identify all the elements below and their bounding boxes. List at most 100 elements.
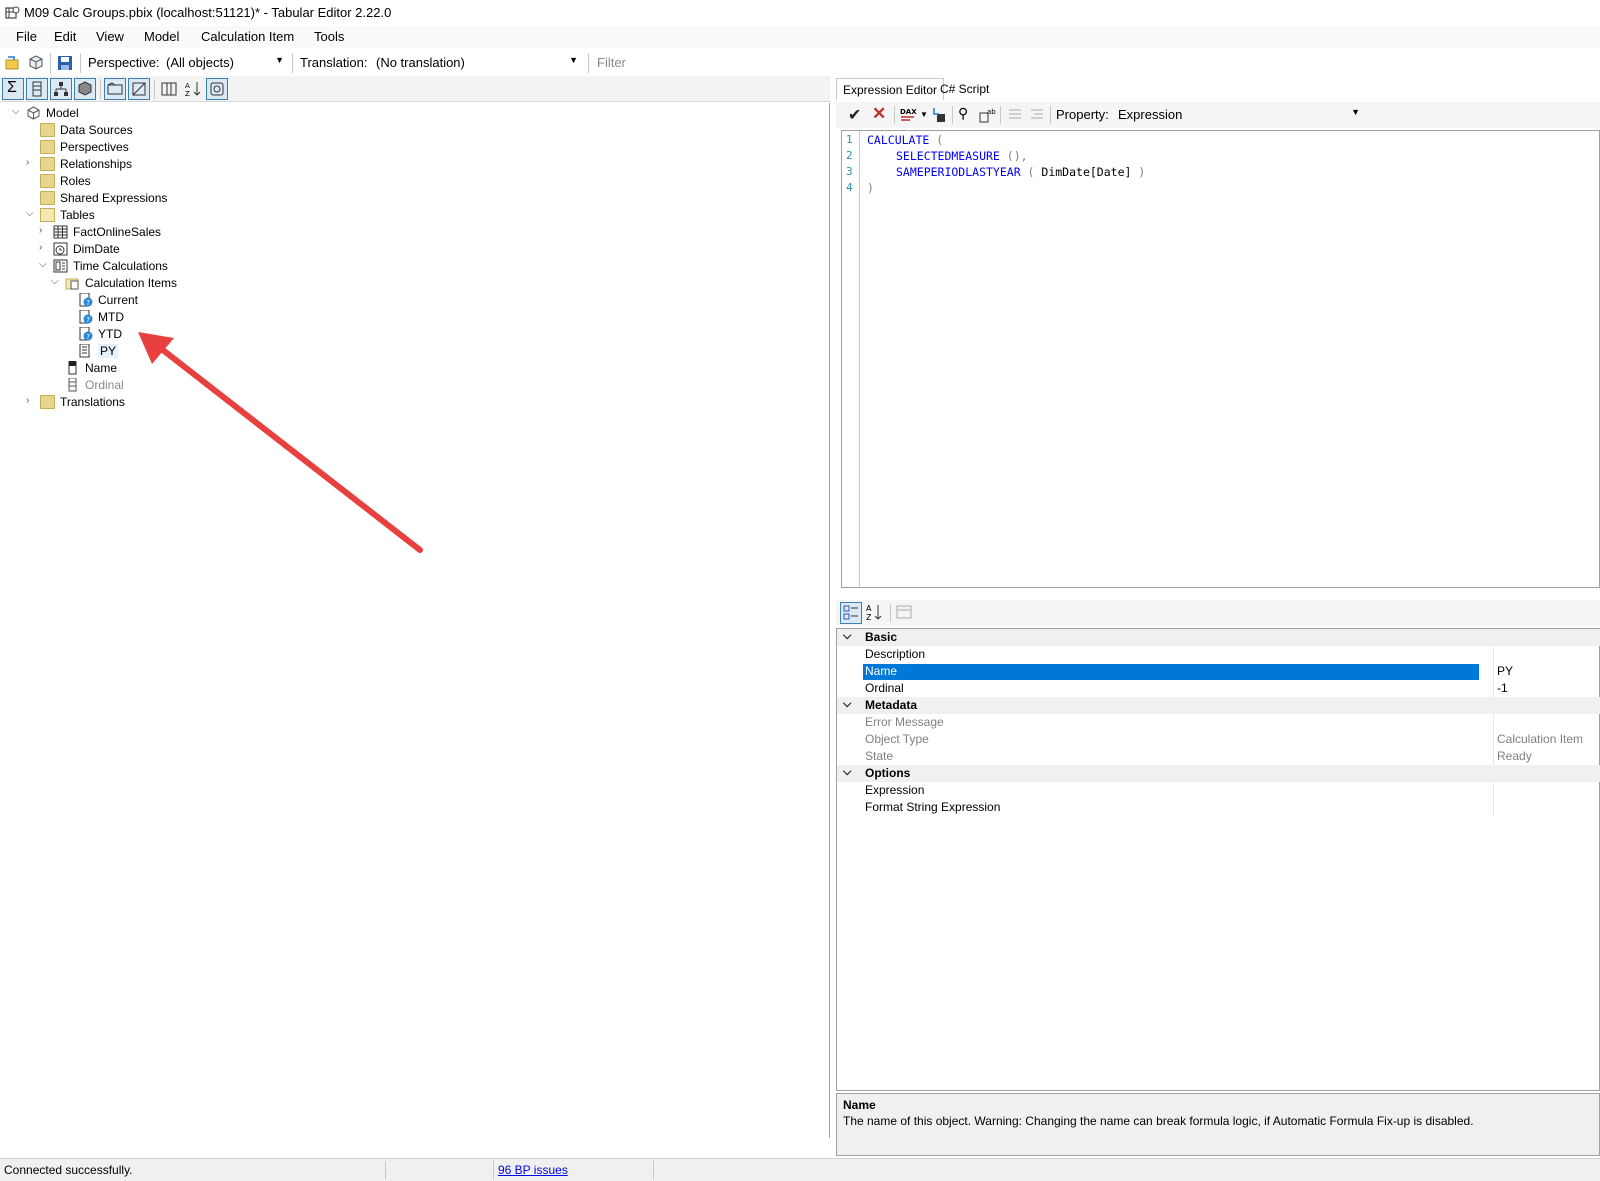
dax-punctuation: ( <box>929 133 944 147</box>
menu-edit[interactable]: Edit <box>48 29 82 44</box>
property-value[interactable]: PY <box>1497 664 1513 678</box>
property-row-format-string-expression[interactable]: Format String Expression <box>837 799 1600 816</box>
property-value: Ready <box>1497 749 1532 763</box>
translation-dropdown[interactable]: (No translation) ▼ <box>372 53 582 73</box>
tree-label: DimDate <box>73 242 120 256</box>
tab-expression-editor[interactable]: Expression Editor <box>836 78 945 100</box>
property-row-error-message[interactable]: Error Message <box>837 714 1600 731</box>
tree-label: Data Sources <box>60 123 133 137</box>
dax-punctuation: ) <box>1131 165 1146 179</box>
svg-text:?: ? <box>86 299 90 307</box>
tree-label: Name <box>85 361 118 375</box>
property-description-panel: Name The name of this object. Warning: C… <box>836 1093 1600 1156</box>
tree-node-shared-expressions[interactable]: Shared Expressions <box>26 190 226 207</box>
deploy-icon[interactable] <box>930 106 948 124</box>
connect-icon[interactable] <box>27 54 45 72</box>
categorized-toggle[interactable] <box>840 602 862 624</box>
tree-node-model[interactable]: ⌵ Model <box>12 105 212 122</box>
category-label: Basic <box>865 630 898 644</box>
tree-node-calculation-items[interactable]: ⌵ Calculation Items <box>51 275 271 292</box>
show-hierarchies-toggle[interactable] <box>50 78 72 100</box>
cancel-icon[interactable]: ✕ <box>872 104 886 124</box>
show-hidden-toggle[interactable] <box>128 78 150 100</box>
sort-toggle[interactable]: AZ <box>182 78 204 100</box>
tree-node-roles[interactable]: Roles <box>26 173 226 190</box>
property-row-description[interactable]: Description <box>837 646 1600 663</box>
tree-node-item-current[interactable]: ? Current <box>64 292 264 309</box>
tree-node-factonlinesales[interactable]: › FactOnlineSales <box>39 224 239 241</box>
sigma-icon: Σ <box>7 79 17 96</box>
menu-view[interactable]: View <box>90 29 130 44</box>
bp-issues-link[interactable]: 96 BP issues <box>498 1163 568 1177</box>
perspective-dropdown[interactable]: (All objects) ▼ <box>162 53 288 73</box>
show-metadata-toggle[interactable] <box>206 78 228 100</box>
chevron-down-icon[interactable]: ⌵ <box>843 698 851 711</box>
dax-format-icon[interactable]: DAX <box>900 106 918 124</box>
tree-node-time-calculations[interactable]: ⌵ Time Calculations <box>39 258 239 275</box>
chevron-down-icon[interactable]: ⌵ <box>843 630 851 643</box>
open-icon[interactable] <box>4 54 22 72</box>
property-row-state[interactable]: State Ready <box>837 748 1600 765</box>
category-options[interactable]: ⌵ Options <box>837 765 1600 782</box>
menu-tools[interactable]: Tools <box>308 29 350 44</box>
property-row-ordinal[interactable]: Ordinal -1 <box>837 680 1600 697</box>
show-columns-toggle[interactable] <box>26 78 48 100</box>
perspective-label: Perspective: <box>88 55 160 70</box>
chevron-right-icon[interactable]: › <box>26 157 38 168</box>
status-message: Connected successfully. <box>0 1161 386 1179</box>
property-row-name[interactable]: Name PY <box>837 663 1600 680</box>
show-display-folders-toggle[interactable] <box>104 78 126 100</box>
show-partitions-toggle[interactable] <box>74 78 96 100</box>
tree-label: Translations <box>60 395 125 409</box>
uncomment-icon[interactable] <box>1028 106 1046 124</box>
chevron-down-icon[interactable]: ⌵ <box>51 276 63 287</box>
tab-csharp-script[interactable]: C# Script <box>934 78 995 100</box>
chevron-right-icon[interactable]: › <box>26 395 38 406</box>
property-row-object-type[interactable]: Object Type Calculation Item <box>837 731 1600 748</box>
show-measures-toggle[interactable]: Σ <box>2 78 24 100</box>
tree-node-tables[interactable]: ⌵ Tables <box>26 207 226 224</box>
tree-node-perspectives[interactable]: Perspectives <box>26 139 226 156</box>
expression-editor[interactable]: 1 2 3 4 CALCULATE ( SELECTEDMEASURE (), … <box>841 130 1600 588</box>
category-metadata[interactable]: ⌵ Metadata <box>837 697 1600 714</box>
find-icon[interactable]: ⚲ <box>958 105 968 122</box>
chevron-right-icon[interactable]: › <box>39 225 51 236</box>
tree-label: Perspectives <box>60 140 129 154</box>
tree-node-dimdate[interactable]: › DimDate <box>39 241 239 258</box>
alphabetical-toggle[interactable]: AZ <box>864 602 886 624</box>
property-row-expression[interactable]: Expression <box>837 782 1600 799</box>
show-all-columns-toggle[interactable] <box>158 78 180 100</box>
menu-model[interactable]: Model <box>138 29 185 44</box>
replace-icon[interactable]: ab <box>978 106 996 124</box>
accept-icon[interactable]: ✔ <box>848 105 861 125</box>
code-line: SELECTEDMEASURE (), <box>896 149 1028 163</box>
chevron-down-icon[interactable]: ⌵ <box>12 106 24 117</box>
chevron-down-icon: ▼ <box>1351 107 1360 117</box>
chevron-down-icon[interactable]: ⌵ <box>39 259 51 270</box>
save-icon[interactable] <box>56 54 74 72</box>
menu-file[interactable]: File <box>10 29 43 44</box>
dax-keyword: SAMEPERIODLASTYEAR <box>896 165 1021 179</box>
tree-node-relationships[interactable]: › Relationships <box>26 156 226 173</box>
tree-node-data-sources[interactable]: Data Sources <box>26 122 226 139</box>
calculation-group-icon <box>53 259 68 273</box>
filter-input[interactable]: Filter <box>597 55 626 70</box>
description-text: The name of this object. Warning: Changi… <box>843 1114 1474 1128</box>
comment-icon[interactable] <box>1006 106 1024 124</box>
property-dropdown[interactable]: Expression ▼ <box>1114 105 1364 125</box>
menu-calculation-item[interactable]: Calculation Item <box>195 29 300 44</box>
category-basic[interactable]: ⌵ Basic <box>837 629 1600 646</box>
perspective-value: (All objects) <box>166 55 234 70</box>
tree-label: FactOnlineSales <box>73 225 162 239</box>
property-label: Property: <box>1056 107 1109 122</box>
chevron-right-icon[interactable]: › <box>39 242 51 253</box>
property-pages-button[interactable] <box>894 602 916 624</box>
line-number: 1 <box>846 133 853 146</box>
categorized-icon <box>843 605 858 620</box>
tree-node-item-mtd[interactable]: ? MTD <box>64 309 264 326</box>
chevron-down-icon[interactable]: ⌵ <box>26 208 38 219</box>
property-value[interactable]: -1 <box>1497 681 1508 695</box>
chevron-down-icon[interactable]: ⌵ <box>843 766 851 779</box>
folder-icon <box>40 395 55 409</box>
chevron-down-icon[interactable]: ▼ <box>920 110 928 119</box>
